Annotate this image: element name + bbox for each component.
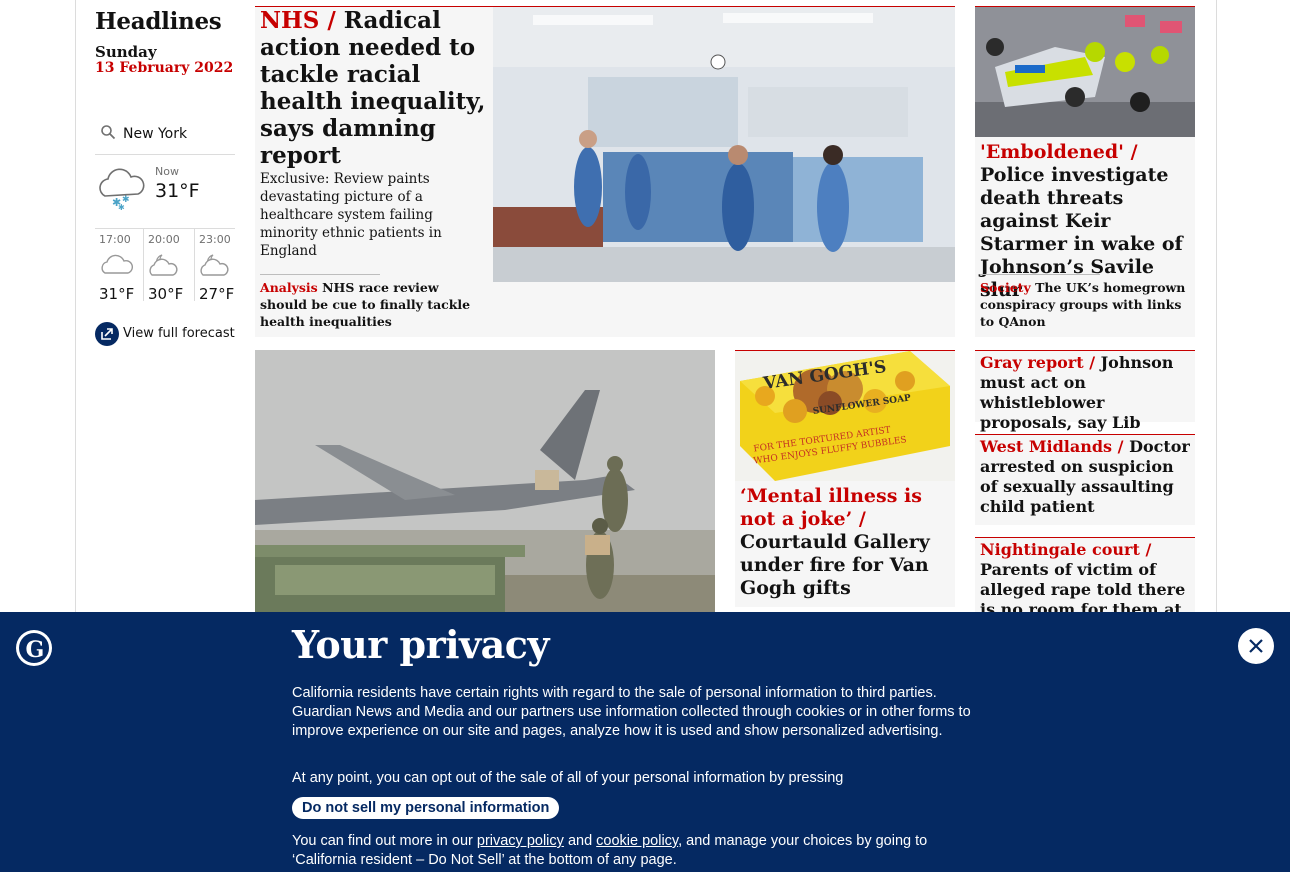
starmer-headline[interactable]: 'Emboldened' / Police investigate death … [980,141,1192,302]
vangogh-kicker: ‘Mental illness is not a joke’ / [740,485,922,530]
partly-cloudy-night-icon [200,254,229,276]
military-plane-image [255,350,715,612]
weather-now-label: Now [155,165,179,178]
privacy-title: Your privacy [292,622,550,667]
weather-now-temp: 31°F [155,180,200,202]
vangogh-story-card[interactable]: VAN GOGH'S SUNFLOWER SOAP FOR THE TORTUR… [735,351,955,607]
starmer-kicker: 'Emboldened' / [980,141,1138,163]
divider [980,274,1100,275]
svg-text:G: G [26,637,45,663]
date-label: 13 February 2022 [95,60,234,76]
partly-cloudy-night-icon [149,254,178,276]
cookie-policy-link[interactable]: cookie policy [596,833,678,849]
vangogh-soap-image: VAN GOGH'S SUNFLOWER SOAP FOR THE TORTUR… [735,351,955,481]
privacy-more-text: You can find out more in our [292,833,473,849]
related-kicker: Analysis [260,280,318,295]
do-not-sell-button[interactable]: Do not sell my personal information [292,797,560,819]
external-link-icon [95,322,119,346]
lead-kicker: NHS / [260,7,336,34]
svg-text:✱: ✱ [118,203,125,210]
cloud-icon [101,254,133,274]
vangogh-headline-text: Courtauld Gallery under fire for Van Gog… [740,531,930,599]
small-story-card[interactable]: Nightingale court / Parents of victim of… [975,538,1195,612]
vangogh-headline[interactable]: ‘Mental illness is not a joke’ / Courtau… [740,485,954,600]
small-story-kicker: West Midlands / [980,437,1124,456]
view-full-forecast-label: View full forecast [123,326,235,341]
small-story-kicker: Gray report / [980,353,1096,372]
search-icon [101,125,116,140]
starmer-related-link[interactable]: Society The UK’s homegrown conspiracy gr… [980,279,1192,330]
weather-location-search[interactable]: New York [95,118,235,155]
weather-forecast: 17:00 31°F 20:00 30°F 23:00 27°F [95,228,235,303]
forecast-slot: 17:00 31°F [95,229,141,303]
forecast-slot: 20:00 30°F [143,229,190,303]
section-title: Headlines [95,8,222,35]
related-kicker: Society [980,280,1031,295]
privacy-more-info: You can find out more in our privacy pol… [292,832,992,870]
divider [260,274,380,275]
small-story-card[interactable]: West Midlands / Doctor arrested on suspi… [975,435,1195,525]
privacy-paragraph: California residents have certain rights… [292,685,971,739]
cloud-snow-icon: ✱ ✱ ✱ [99,168,145,210]
day-name: Sunday [95,43,157,61]
privacy-and-text: and [567,833,593,849]
lead-story-image [493,7,955,282]
forecast-time: 23:00 [199,233,231,246]
small-story-headline[interactable]: West Midlands / Doctor arrested on suspi… [980,437,1192,517]
close-icon [1249,639,1263,653]
lead-headline[interactable]: NHS / Radical action needed to tackle ra… [260,7,488,169]
forecast-temp: 30°F [148,285,184,303]
small-story-text: Parents of victim of alleged rape told t… [980,560,1186,612]
guardian-logo-icon: G [16,630,52,666]
privacy-banner: G Your privacy California residents have… [0,612,1290,872]
forecast-time: 17:00 [99,233,131,246]
small-story-kicker: Nightingale court / [980,540,1152,559]
small-story-card[interactable]: Gray report / Johnson must act on whistl… [975,351,1195,452]
starmer-story-image [975,7,1195,137]
ukraine-story-card[interactable] [255,350,715,612]
weather-location: New York [123,126,188,142]
privacy-policy-link[interactable]: privacy policy [477,833,564,849]
forecast-temp: 31°F [99,285,135,303]
lead-related-link[interactable]: Analysis NHS race review should be cue t… [260,279,485,330]
close-banner-button[interactable] [1238,628,1274,664]
starmer-story-card[interactable]: 'Emboldened' / Police investigate death … [975,7,1195,337]
forecast-temp: 27°F [199,285,235,303]
forecast-time: 20:00 [148,233,180,246]
privacy-opt-out-text: At any point, you can opt out of the sal… [292,770,844,786]
small-story-headline[interactable]: Nightingale court / Parents of victim of… [980,540,1192,612]
forecast-slot: 23:00 27°F [194,229,241,303]
lead-story-card[interactable]: NHS / Radical action needed to tackle ra… [255,7,955,337]
lead-standfirst: Exclusive: Review paints devastating pic… [260,171,442,259]
